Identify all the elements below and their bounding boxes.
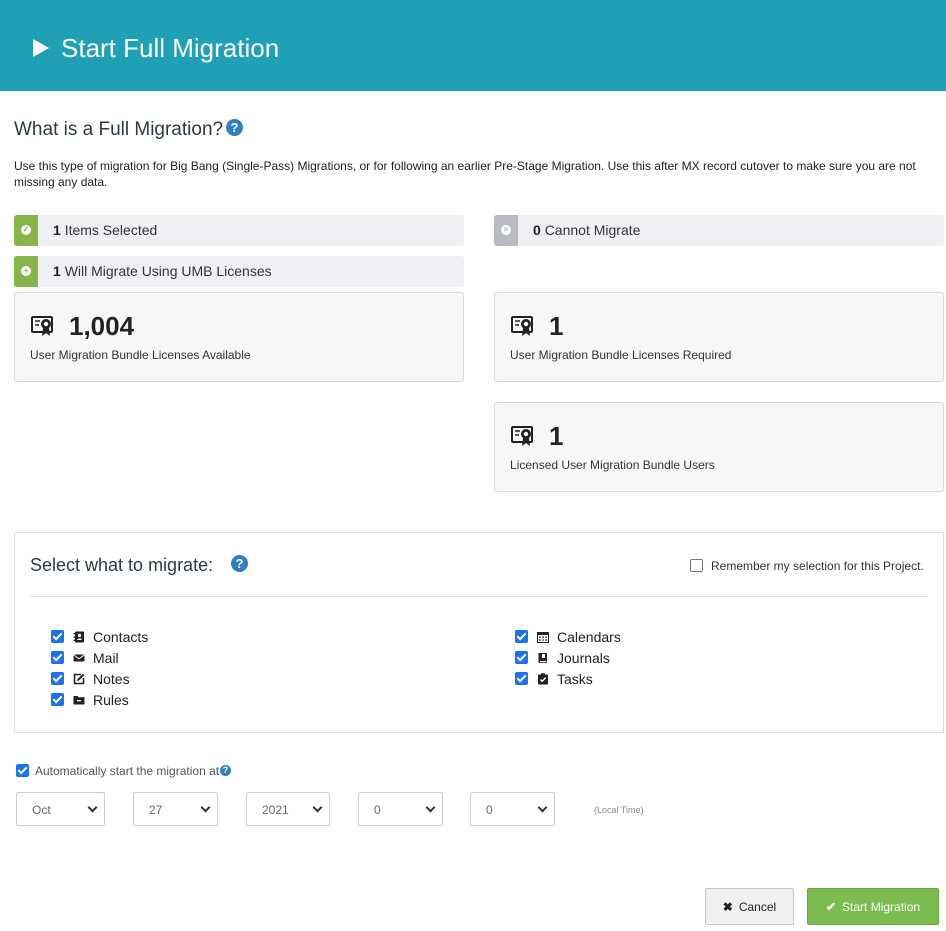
check-icon: ✔ (825, 900, 837, 914)
rules-label: Rules (93, 692, 129, 708)
envelope-icon (73, 654, 85, 662)
items-selected-bar: ✓ 1 Items Selected (14, 215, 464, 246)
calendars-label: Calendars (557, 629, 621, 645)
licenses-available-value: 1,004 (69, 311, 135, 341)
cannot-migrate-count: 0 (533, 222, 541, 238)
edit-note-icon (73, 673, 85, 685)
remember-selection[interactable]: Remember my selection for this Project. (690, 558, 924, 574)
notes-checkbox[interactable] (51, 672, 64, 685)
certificate-icon (31, 316, 53, 336)
tasks-checkbox[interactable] (515, 672, 528, 685)
chevron-down-icon (312, 802, 323, 813)
hour-value: 0 (374, 803, 381, 817)
contacts-checkbox[interactable] (51, 630, 64, 643)
chevron-down-icon (200, 802, 211, 813)
licenses-required-label: User Migration Bundle Licenses Required (510, 348, 732, 362)
chevron-down-icon (87, 802, 98, 813)
certificate-icon (511, 316, 533, 336)
licensed-users-value: 1 (549, 421, 564, 451)
journals-checkbox[interactable] (515, 651, 528, 664)
cannot-migrate-label: Cannot Migrate (544, 222, 641, 238)
dialog-header: Start Full Migration (0, 0, 946, 91)
dialog-title: Start Full Migration (61, 33, 280, 63)
close-icon: ✖ (722, 900, 733, 914)
journals-label: Journals (557, 650, 610, 666)
minute-select[interactable]: 0 (470, 792, 555, 826)
cancel-button-label: Cancel (738, 900, 777, 914)
divider (30, 596, 928, 597)
will-migrate-label: Will Migrate Using UMB Licenses (64, 263, 272, 279)
migrate-selection-title: Select what to migrate: (30, 555, 214, 575)
mail-checkbox[interactable] (51, 651, 64, 664)
check-circle-icon: ✓ (14, 215, 38, 246)
month-value: Oct (32, 803, 51, 817)
day-select[interactable]: 27 (133, 792, 218, 826)
archive-box-icon (73, 696, 85, 705)
licensed-users-card: 1 Licensed User Migration Bundle Users (494, 402, 944, 492)
x-circle-icon: × (494, 215, 518, 246)
start-migration-button[interactable]: ✔ Start Migration (807, 888, 939, 925)
clipboard-check-icon (538, 673, 548, 685)
licenses-required-card: 1 User Migration Bundle Licenses Require… (494, 292, 944, 382)
notes-label: Notes (93, 671, 130, 687)
certificate-icon (511, 426, 533, 446)
will-migrate-bar: + 1 Will Migrate Using UMB Licenses (14, 256, 464, 287)
minute-value: 0 (486, 803, 493, 817)
help-icon[interactable]: ? (231, 555, 248, 572)
local-time-note: (Local Time) (594, 805, 644, 815)
start-migration-label: Start Migration (842, 900, 921, 914)
remember-selection-checkbox[interactable] (690, 559, 703, 572)
licenses-available-label: User Migration Bundle Licenses Available (30, 348, 251, 362)
migrate-selection-panel: Select what to migrate: ? Remember my se… (14, 532, 944, 733)
hour-select[interactable]: 0 (358, 792, 443, 826)
items-selected-count: 1 (53, 222, 61, 238)
section-title: What is a Full Migration? (14, 119, 224, 140)
chevron-down-icon (537, 802, 548, 813)
help-icon[interactable]: ? (220, 765, 231, 776)
contacts-label: Contacts (93, 629, 149, 645)
tasks-label: Tasks (557, 671, 593, 687)
licenses-required-value: 1 (549, 311, 564, 341)
rules-checkbox[interactable] (51, 693, 64, 706)
will-migrate-count: 1 (53, 263, 61, 279)
day-value: 27 (149, 803, 163, 817)
items-selected-label: Items Selected (64, 222, 158, 238)
month-select[interactable]: Oct (16, 792, 105, 826)
plus-circle-icon: + (14, 256, 38, 287)
licenses-available-card: 1,004 User Migration Bundle Licenses Ava… (14, 292, 464, 382)
chevron-down-icon (425, 802, 436, 813)
remember-selection-label: Remember my selection for this Project. (711, 559, 924, 573)
cannot-migrate-bar: × 0 Cannot Migrate (494, 215, 944, 246)
auto-start-label: Automatically start the migration at (35, 764, 220, 778)
calendars-checkbox[interactable] (515, 630, 528, 643)
address-book-icon (73, 631, 84, 643)
help-icon[interactable]: ? (226, 119, 243, 136)
auto-start-checkbox[interactable] (16, 764, 29, 777)
year-select[interactable]: 2021 (246, 792, 330, 826)
play-icon (33, 39, 49, 57)
calendar-icon (537, 632, 549, 643)
mail-label: Mail (93, 650, 119, 666)
year-value: 2021 (262, 803, 289, 817)
migration-description: Use this type of migration for Big Bang … (14, 159, 916, 189)
licensed-users-label: Licensed User Migration Bundle Users (510, 458, 715, 472)
book-icon (538, 653, 547, 663)
cancel-button[interactable]: ✖ Cancel (705, 888, 794, 925)
